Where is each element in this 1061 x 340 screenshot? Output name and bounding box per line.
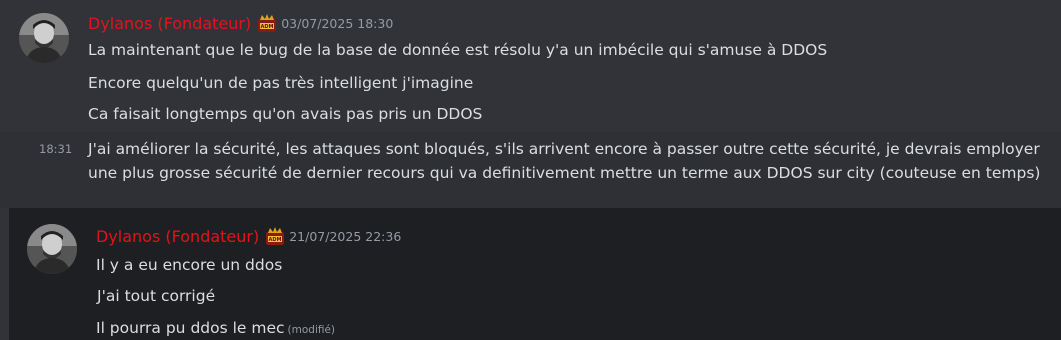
author-name[interactable]: Dylanos (Fondateur) bbox=[96, 227, 259, 246]
message-header: Dylanos (Fondateur) ADM 03/07/2025 18:30 bbox=[88, 12, 393, 34]
message-pane-top: Dylanos (Fondateur) ADM 03/07/2025 18:30… bbox=[0, 0, 1061, 208]
message-timestamp[interactable]: 03/07/2025 18:30 bbox=[281, 16, 393, 31]
user-avatar[interactable] bbox=[19, 13, 69, 63]
message-text: J'ai tout corrigé bbox=[97, 287, 216, 305]
message-text: Encore quelqu'un de pas très intelligent… bbox=[88, 74, 474, 92]
user-avatar[interactable] bbox=[27, 224, 77, 274]
message-text: Il pourra pu ddos le mec (modifié) bbox=[96, 316, 335, 340]
message-text: J'ai améliorer la sécurité, les attaques… bbox=[88, 140, 1041, 182]
edited-label: (modifié) bbox=[287, 324, 336, 336]
avatar-image bbox=[19, 13, 69, 63]
message-text: Il y a eu encore un ddos bbox=[96, 256, 283, 274]
author-name[interactable]: Dylanos (Fondateur) bbox=[88, 14, 251, 33]
message-pane-bottom: Dylanos (Fondateur) ADM 21/07/2025 22:36… bbox=[9, 208, 1061, 340]
badge-text: ADM bbox=[269, 237, 282, 243]
message-text: La maintenant que le bug de la base de d… bbox=[88, 41, 828, 59]
adm-badge-icon[interactable]: ADM bbox=[257, 13, 277, 33]
message-text-content: Il pourra pu ddos le mec bbox=[96, 319, 285, 337]
message-side-timestamp[interactable]: 18:31 bbox=[39, 142, 72, 156]
adm-badge-icon[interactable]: ADM bbox=[265, 226, 285, 246]
message-timestamp[interactable]: 21/07/2025 22:36 bbox=[289, 229, 401, 244]
message-text: Ca faisait longtemps qu'on avais pas pri… bbox=[88, 105, 483, 123]
avatar-image bbox=[27, 224, 77, 274]
message-header: Dylanos (Fondateur) ADM 21/07/2025 22:36 bbox=[96, 225, 401, 247]
badge-text: ADM bbox=[261, 24, 274, 30]
